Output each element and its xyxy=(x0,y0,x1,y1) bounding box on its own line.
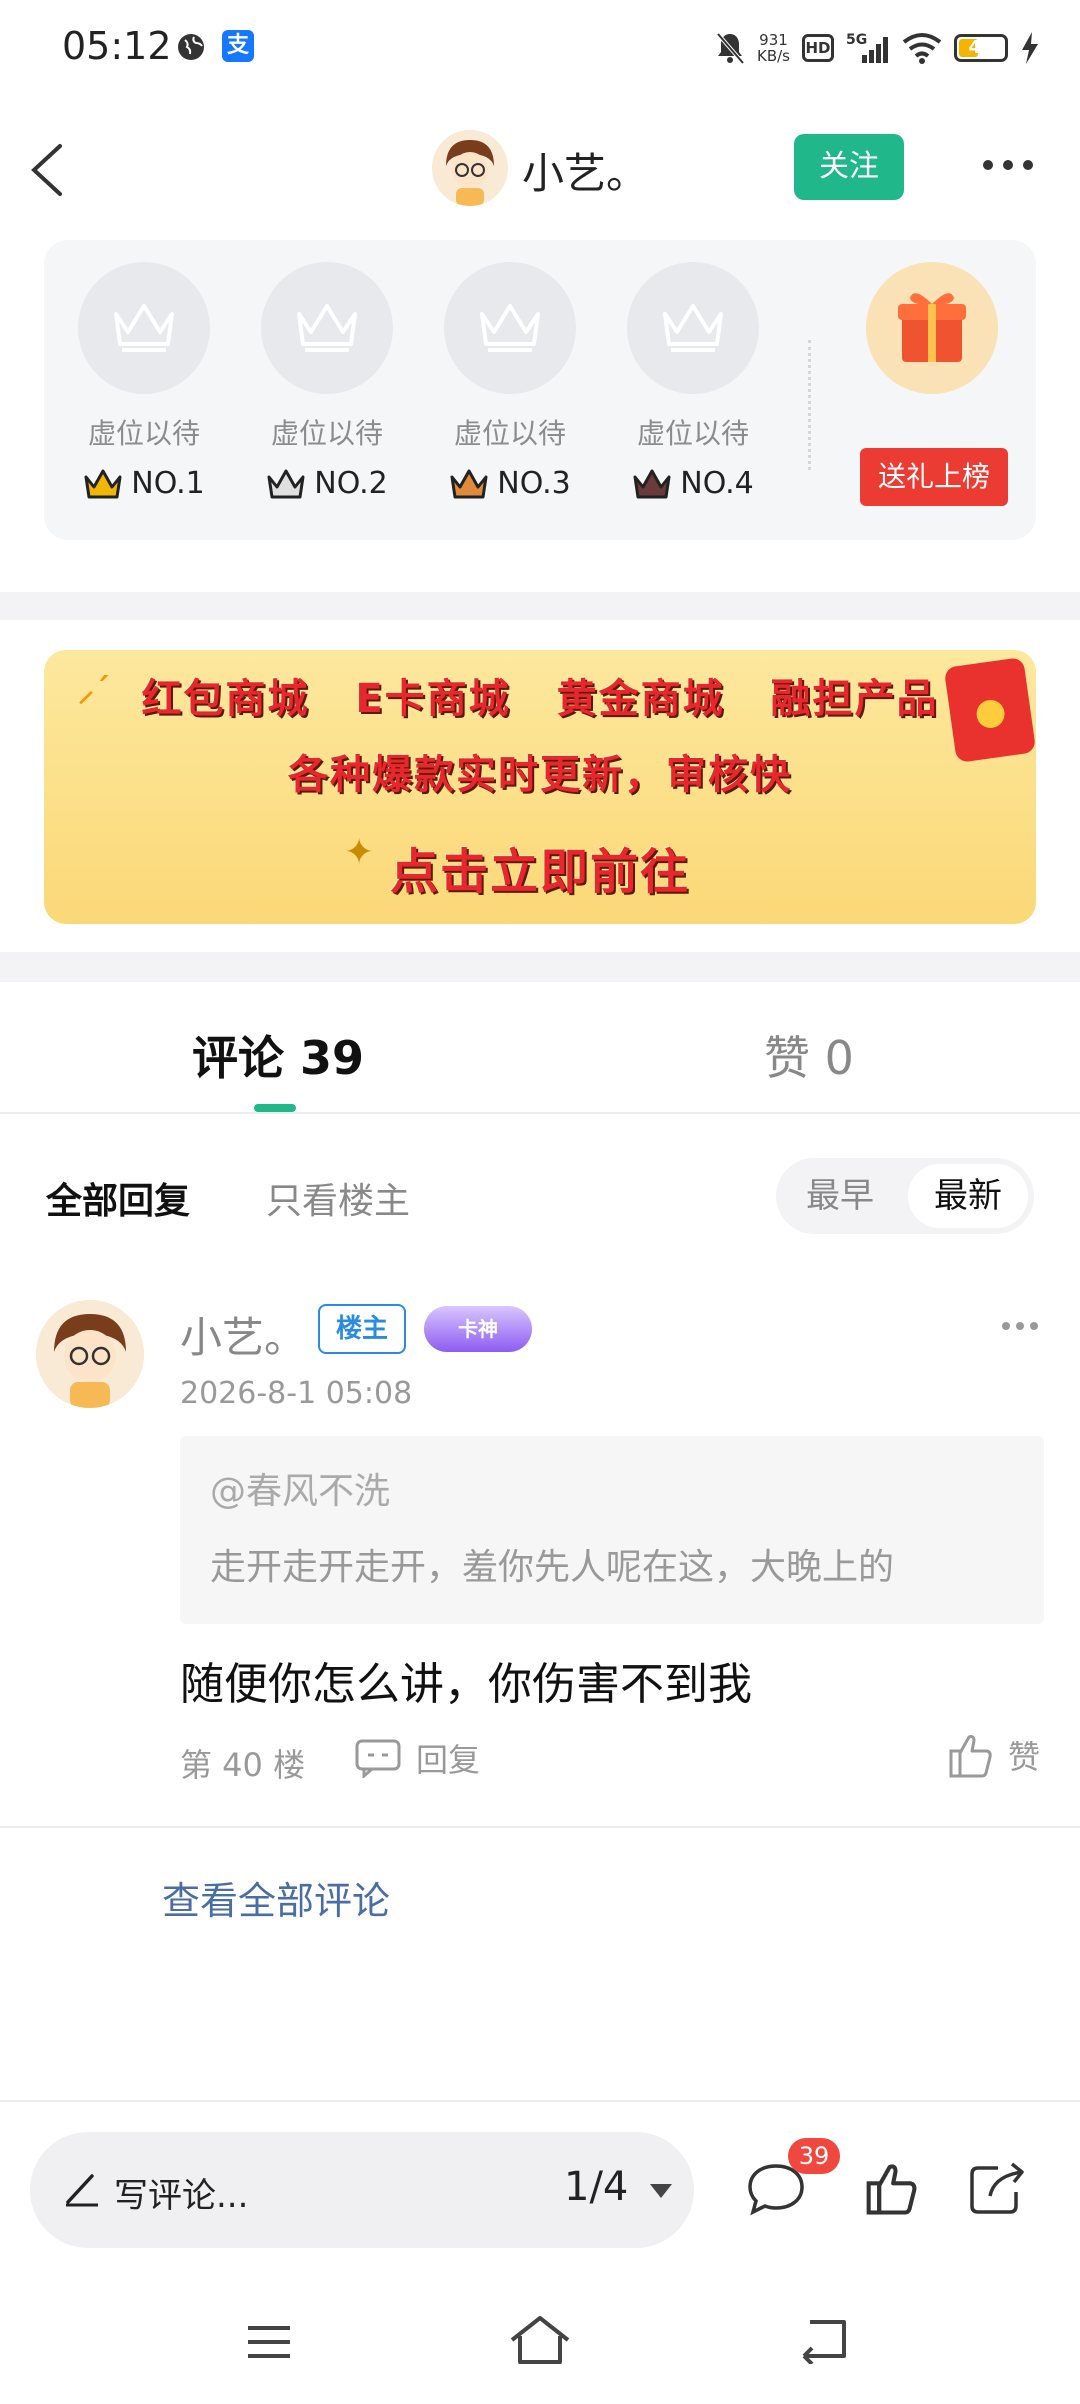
view-all-comments-link[interactable]: 查看全部评论 xyxy=(162,1870,390,1925)
crown-outline-icon xyxy=(480,304,540,352)
globe-icon xyxy=(178,34,204,60)
crown-outline-icon xyxy=(297,304,357,352)
hd-icon: HD xyxy=(802,34,834,62)
crown-dark-icon xyxy=(633,469,671,498)
like-comment-button[interactable]: 赞 xyxy=(948,1730,1040,1780)
alipay-icon: 支 xyxy=(222,30,254,62)
comment-body: 随便你怎么讲，你伤害不到我 xyxy=(180,1659,752,1710)
status-bar: 05:12 支 931 KB/s HD 5G 40 xyxy=(0,0,1080,96)
system-menu-icon[interactable] xyxy=(244,2322,294,2362)
quoted-user[interactable]: @春风不洗 xyxy=(210,1462,390,1514)
commenter-avatar[interactable] xyxy=(36,1300,144,1408)
rank-slot-3[interactable]: 虚位以待 NO.3 xyxy=(440,262,580,501)
more-options-icon[interactable] xyxy=(980,150,1036,180)
gift-ranking-card: 虚位以待 NO.1 虚位以待 NO.2 虚位以待 NO.3 虚位以待 NO.4 … xyxy=(44,240,1036,540)
net-speed: 931 KB/s xyxy=(757,31,790,65)
back-arrow-icon[interactable] xyxy=(20,130,90,210)
level-badge: 卡神 xyxy=(424,1306,532,1352)
author-name[interactable]: 小艺。 xyxy=(522,140,648,201)
filter-op-only[interactable]: 只看楼主 xyxy=(266,1172,410,1224)
comment-author[interactable]: 小艺。 xyxy=(180,1304,306,1365)
charging-icon xyxy=(1022,32,1038,64)
divider xyxy=(0,2100,1080,2102)
section-gap xyxy=(0,952,1080,982)
thumbs-up-icon xyxy=(949,1735,992,1778)
pencil-icon xyxy=(66,2174,98,2207)
comment-tabs: 评论 39 赞 0 xyxy=(0,984,1080,1114)
svg-text:5G: 5G xyxy=(846,32,867,48)
battery-icon: 40 xyxy=(954,34,1008,62)
page-indicator[interactable]: 1/4 xyxy=(564,2164,628,2210)
gift-box-icon xyxy=(898,293,966,362)
like-post-icon[interactable] xyxy=(864,2160,920,2216)
tab-comments[interactable]: 评论 39 xyxy=(192,1022,364,1088)
rank-divider xyxy=(808,340,811,470)
promo-banner[interactable]: ⸝ˊ 红包商城 E卡商城 黄金商城 融担产品 各种爆款实时更新，审核快 ✦ 点击… xyxy=(44,650,1036,924)
crown-gold-icon xyxy=(84,469,122,498)
floor-number: 第 40 楼 xyxy=(180,1746,306,1784)
caret-down-icon[interactable] xyxy=(648,2182,674,2200)
avatar-illustration xyxy=(36,1300,144,1408)
crown-silver-icon xyxy=(267,469,305,498)
comment-count-badge: 39 xyxy=(788,2138,840,2174)
comment-more-icon[interactable] xyxy=(1000,1316,1040,1336)
quoted-text: 走开走开走开，羞你先人呢在这，大晚上的 xyxy=(210,1547,895,1588)
wifi-icon xyxy=(902,33,942,64)
banner-cta: 点击立即前往 xyxy=(389,844,690,900)
gift-to-rank-button[interactable]: 送礼上榜 xyxy=(860,448,1008,506)
mute-bell-icon xyxy=(716,32,745,65)
reply-button[interactable]: 回复 xyxy=(354,1736,480,1780)
top-nav: 小艺。 关注 xyxy=(0,110,1080,230)
status-time: 05:12 xyxy=(62,24,172,68)
op-badge: 楼主 xyxy=(318,1304,406,1354)
author-avatar[interactable] xyxy=(432,130,508,206)
gift-circle[interactable] xyxy=(866,262,998,394)
status-indicators: 931 KB/s HD 5G 40 xyxy=(715,26,1040,70)
empty-seat-circle xyxy=(78,262,210,394)
quoted-reply[interactable]: @春风不洗 走开走开走开，羞你先人呢在这，大晚上的 xyxy=(180,1436,1044,1624)
sort-earliest-option[interactable]: 最早 xyxy=(782,1164,898,1228)
filter-all-replies[interactable]: 全部回复 xyxy=(46,1172,190,1224)
follow-button[interactable]: 关注 xyxy=(794,134,904,200)
system-back-icon[interactable] xyxy=(796,2314,850,2364)
crown-outline-icon xyxy=(663,304,723,352)
sort-toggle: 最早 最新 xyxy=(776,1158,1034,1234)
reply-bubble-icon xyxy=(355,1739,401,1778)
rank-slot-2[interactable]: 虚位以待 NO.2 xyxy=(257,262,397,501)
avatar-illustration xyxy=(432,130,508,206)
crown-outline-icon xyxy=(114,304,174,352)
banner-line-2: 各种爆款实时更新，审核快 xyxy=(288,752,792,798)
section-gap xyxy=(0,592,1080,620)
divider xyxy=(0,1826,1080,1828)
comment-timestamp: 2026-8-1 05:08 xyxy=(180,1376,413,1411)
share-icon[interactable] xyxy=(968,2160,1028,2216)
rank-slot-4[interactable]: 虚位以待 NO.4 xyxy=(623,262,763,501)
rank-slot-1[interactable]: 虚位以待 NO.1 xyxy=(74,262,214,501)
sort-latest-option[interactable]: 最新 xyxy=(908,1164,1028,1228)
empty-seat-circle xyxy=(261,262,393,394)
active-tab-indicator xyxy=(254,1104,296,1112)
crown-bronze-icon xyxy=(450,469,488,498)
tab-likes[interactable]: 赞 0 xyxy=(764,1022,854,1088)
banner-line-1: 红包商城 E卡商城 黄金商城 融担产品 xyxy=(141,676,939,722)
system-home-icon[interactable] xyxy=(508,2312,572,2366)
write-comment-input[interactable]: 写评论... 1/4 xyxy=(30,2132,694,2248)
empty-seat-circle xyxy=(627,262,759,394)
comment-placeholder: 写评论... xyxy=(114,2176,249,2216)
red-packet-icon xyxy=(943,656,1036,764)
signal-icon: 5G xyxy=(846,32,888,63)
empty-seat-circle xyxy=(444,262,576,394)
